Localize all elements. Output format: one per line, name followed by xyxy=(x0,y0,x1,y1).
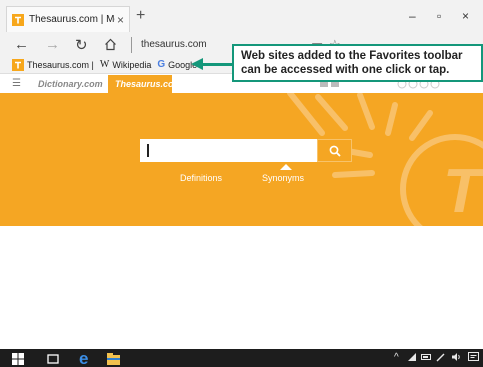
new-tab-button[interactable]: + xyxy=(136,7,145,25)
edge-browser-icon[interactable]: e xyxy=(78,349,94,367)
wikipedia-icon: W xyxy=(99,59,110,70)
address-bar[interactable]: thesaurus.com xyxy=(141,39,207,50)
home-icon[interactable] xyxy=(104,36,117,55)
callout-box: Web sites added to the Favorites toolbar… xyxy=(232,44,483,82)
battery-icon[interactable] xyxy=(421,352,432,365)
close-window-button[interactable]: × xyxy=(462,9,469,23)
favorite-thesaurus[interactable]: Thesaurus.com | xyxy=(12,58,94,71)
google-icon: G xyxy=(157,59,166,70)
file-explorer-icon[interactable] xyxy=(107,352,120,367)
hamburger-menu-icon[interactable]: ☰ xyxy=(12,78,21,89)
dictionary-tab[interactable]: Dictionary.com xyxy=(38,79,103,89)
definitions-link[interactable]: Definitions xyxy=(180,173,222,183)
favorite-wikipedia[interactable]: W Wikipedia xyxy=(100,59,151,70)
favorite-label: Thesaurus.com | xyxy=(27,59,94,70)
thesaurus-favicon-icon xyxy=(12,58,24,71)
taskbar: e ^ xyxy=(0,349,483,367)
thesaurus-tab[interactable]: Thesaurus.com xyxy=(108,75,182,93)
volume-icon[interactable] xyxy=(451,352,462,365)
minimize-button[interactable]: – xyxy=(409,9,416,23)
thesaurus-favicon-icon xyxy=(12,13,24,26)
text-cursor xyxy=(147,144,149,157)
back-arrow-icon[interactable]: ← xyxy=(14,36,29,53)
search-button[interactable] xyxy=(317,139,352,162)
search-icon xyxy=(329,145,341,157)
callout-line-2: can be accessed with one click or tap. xyxy=(241,64,450,76)
search-input[interactable] xyxy=(140,139,317,162)
hero-banner: T Definitions Synonyms xyxy=(0,93,483,226)
svg-text:e: e xyxy=(79,350,88,366)
forward-arrow-icon[interactable]: → xyxy=(45,36,60,53)
title-bar: Thesaurus.com | Meanin × + – ▫ × xyxy=(0,0,483,34)
address-separator xyxy=(131,37,132,53)
tab-title: Thesaurus.com | Meanin xyxy=(29,14,115,25)
network-icon[interactable] xyxy=(407,352,417,365)
callout-arrowhead xyxy=(191,58,203,70)
notifications-icon[interactable] xyxy=(468,352,479,366)
svg-text:T: T xyxy=(443,157,483,226)
maximize-button[interactable]: ▫ xyxy=(437,9,441,23)
tab-close-icon[interactable]: × xyxy=(117,13,124,27)
refresh-icon[interactable]: ↻ xyxy=(75,36,88,54)
callout-arrow xyxy=(202,63,232,66)
pen-icon[interactable] xyxy=(436,352,447,365)
selected-indicator xyxy=(280,164,292,170)
favorite-label: Wikipedia xyxy=(112,59,152,70)
synonyms-link[interactable]: Synonyms xyxy=(262,173,304,183)
windows-start-icon[interactable] xyxy=(12,352,24,367)
browser-tab-thesaurus[interactable]: Thesaurus.com | Meanin × xyxy=(6,6,130,32)
callout-line-1: Web sites added to the Favorites toolbar xyxy=(241,50,463,62)
task-view-icon[interactable] xyxy=(47,352,59,367)
tray-chevron-icon[interactable]: ^ xyxy=(394,352,399,363)
